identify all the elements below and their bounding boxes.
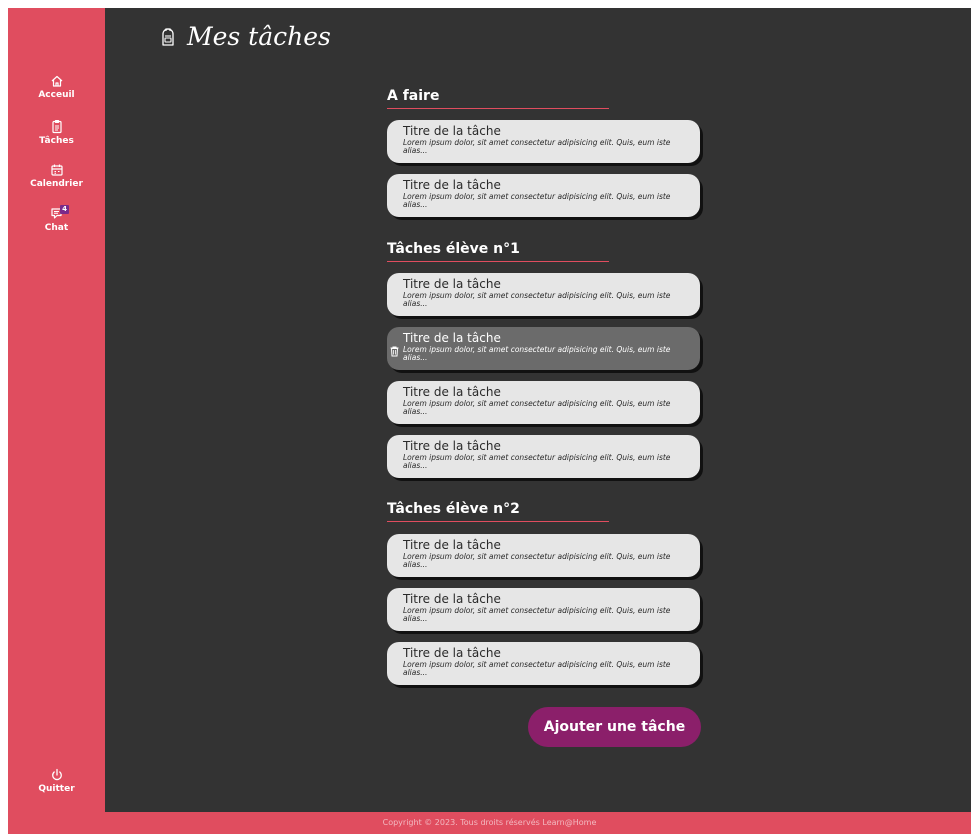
task-card[interactable]: Titre de la tâche Lorem ipsum dolor, sit… <box>387 435 700 478</box>
sidebar: Acceuil Tâches Calendrier 4 Chat Quitter <box>8 8 105 812</box>
task-card[interactable]: Titre de la tâche Lorem ipsum dolor, sit… <box>387 174 700 217</box>
section-title-eleve-1: Tâches élève n°1 <box>387 241 609 262</box>
task-title: Titre de la tâche <box>403 439 501 453</box>
section-title-eleve-2: Tâches élève n°2 <box>387 501 609 522</box>
power-icon <box>51 768 62 781</box>
calendar-icon <box>50 164 63 176</box>
sidebar-item-label: Tâches <box>39 136 74 146</box>
sidebar-item-label: Acceuil <box>38 90 75 100</box>
task-card[interactable]: Titre de la tâche Lorem ipsum dolor, sit… <box>387 381 700 424</box>
task-title: Titre de la tâche <box>403 124 501 138</box>
task-title: Titre de la tâche <box>403 178 501 192</box>
task-card-hovered[interactable]: Titre de la tâche Lorem ipsum dolor, sit… <box>387 327 700 370</box>
task-description: Lorem ipsum dolor, sit amet consectetur … <box>403 345 671 362</box>
clipboard-icon <box>51 120 62 134</box>
add-task-button[interactable]: Ajouter une tâche <box>528 707 701 747</box>
task-title: Titre de la tâche <box>403 592 501 606</box>
task-description: Lorem ipsum dolor, sit amet consectetur … <box>403 453 671 470</box>
trash-icon <box>390 346 399 357</box>
task-card[interactable]: Titre de la tâche Lorem ipsum dolor, sit… <box>387 642 700 685</box>
sidebar-item-taches[interactable]: Tâches <box>8 119 105 146</box>
task-description: Lorem ipsum dolor, sit amet consectetur … <box>403 192 671 209</box>
task-card[interactable]: Titre de la tâche Lorem ipsum dolor, sit… <box>387 273 700 316</box>
page-title-text: Mes tâches <box>187 22 331 51</box>
task-description: Lorem ipsum dolor, sit amet consectetur … <box>403 399 671 416</box>
task-card[interactable]: Titre de la tâche Lorem ipsum dolor, sit… <box>387 120 700 163</box>
task-card[interactable]: Titre de la tâche Lorem ipsum dolor, sit… <box>387 588 700 631</box>
sidebar-item-label: Chat <box>44 223 69 233</box>
sidebar-item-chat[interactable]: 4 Chat <box>8 205 105 233</box>
app-frame: Acceuil Tâches Calendrier 4 Chat Quitter… <box>8 8 971 834</box>
quit-button[interactable]: Quitter <box>8 768 105 794</box>
task-title: Titre de la tâche <box>403 385 501 399</box>
delete-task-button[interactable] <box>390 342 399 361</box>
quit-label: Quitter <box>38 784 75 794</box>
backpack-icon <box>162 27 174 46</box>
chat-badge: 4 <box>60 205 69 214</box>
task-description: Lorem ipsum dolor, sit amet consectetur … <box>403 138 671 155</box>
main-content: Mes tâches A faire Titre de la tâche Lor… <box>105 8 971 812</box>
task-description: Lorem ipsum dolor, sit amet consectetur … <box>403 606 671 623</box>
home-icon <box>51 75 62 87</box>
page-title: Mes tâches <box>159 22 331 51</box>
task-card[interactable]: Titre de la tâche Lorem ipsum dolor, sit… <box>387 534 700 577</box>
sidebar-item-acceuil[interactable]: Acceuil <box>8 74 105 100</box>
task-description: Lorem ipsum dolor, sit amet consectetur … <box>403 291 671 308</box>
footer: Copyright © 2023. Tous droits réservés L… <box>8 812 971 834</box>
task-description: Lorem ipsum dolor, sit amet consectetur … <box>403 660 671 677</box>
task-title: Titre de la tâche <box>403 646 501 660</box>
section-title-a-faire: A faire <box>387 88 609 109</box>
sidebar-item-calendrier[interactable]: Calendrier <box>8 163 105 189</box>
task-title: Titre de la tâche <box>403 331 501 345</box>
footer-copyright: Copyright © 2023. Tous droits réservés L… <box>382 818 597 827</box>
task-description: Lorem ipsum dolor, sit amet consectetur … <box>403 552 671 569</box>
sidebar-item-label: Calendrier <box>30 179 83 189</box>
task-title: Titre de la tâche <box>403 538 501 552</box>
task-title: Titre de la tâche <box>403 277 501 291</box>
